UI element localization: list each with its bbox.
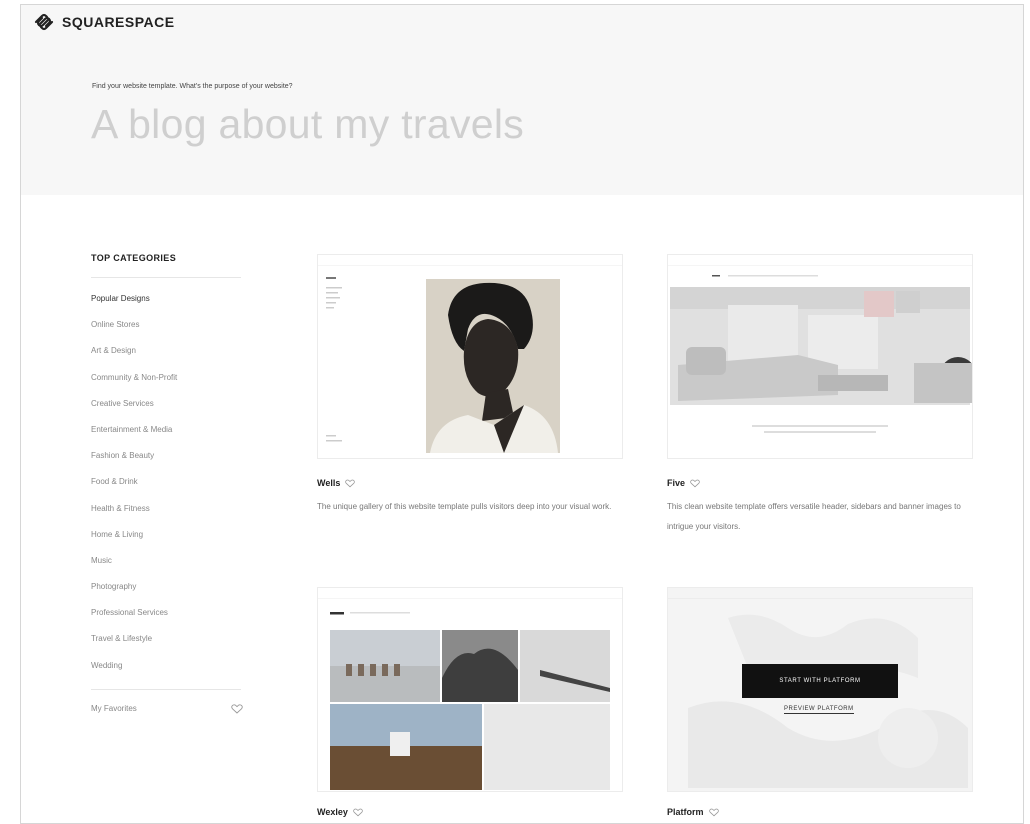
heart-icon[interactable] <box>345 479 356 488</box>
sidebar-item-music[interactable]: Music <box>91 554 241 580</box>
sidebar-item-entertainment-media[interactable]: Entertainment & Media <box>91 423 241 449</box>
sidebar-item-travel-lifestyle[interactable]: Travel & Lifestyle <box>91 632 241 658</box>
sidebar-item-health-fitness[interactable]: Health & Fitness <box>91 502 241 528</box>
brand-logo[interactable]: SQUARESPACE <box>32 12 175 32</box>
wells-preview-image <box>318 255 622 458</box>
favorites-divider <box>91 688 241 690</box>
template-description-wells: The unique gallery of this website templ… <box>317 502 612 511</box>
sidebar-item-community-non-profit[interactable]: Community & Non-Profit <box>91 371 241 397</box>
sidebar-item-fashion-beauty[interactable]: Fashion & Beauty <box>91 449 241 475</box>
sidebar-item-art-design[interactable]: Art & Design <box>91 344 241 370</box>
template-name-label: Wexley <box>317 807 348 817</box>
sidebar-heading: TOP CATEGORIES <box>91 253 177 263</box>
template-name-label: Platform <box>667 807 704 817</box>
sidebar-item-popular-designs[interactable]: Popular Designs <box>91 292 241 318</box>
five-preview-image <box>668 255 972 458</box>
heart-icon[interactable] <box>690 479 700 488</box>
sidebar-item-creative-services[interactable]: Creative Services <box>91 397 241 423</box>
sidebar-item-home-living[interactable]: Home & Living <box>91 528 241 554</box>
my-favorites-link[interactable]: My Favorites <box>91 704 243 714</box>
sidebar-divider <box>91 277 241 278</box>
template-name-five[interactable]: Five <box>667 478 700 488</box>
sidebar-item-online-stores[interactable]: Online Stores <box>91 318 241 344</box>
wexley-preview-image <box>318 588 622 791</box>
my-favorites-label: My Favorites <box>91 704 137 714</box>
heart-icon <box>231 704 243 714</box>
template-name-label: Wells <box>317 478 341 488</box>
category-sidebar: TOP CATEGORIES Popular Designs Online St… <box>91 253 243 714</box>
template-name-label: Five <box>667 478 686 488</box>
template-name-wexley[interactable]: Wexley <box>317 807 363 817</box>
heart-icon[interactable] <box>708 808 719 817</box>
sidebar-item-food-drink[interactable]: Food & Drink <box>91 475 241 501</box>
template-preview-wells[interactable] <box>317 254 623 459</box>
sidebar-item-wedding[interactable]: Wedding <box>91 659 241 685</box>
template-description-five: This clean website template offers versa… <box>667 502 961 531</box>
template-preview-five[interactable] <box>667 254 973 459</box>
template-name-platform[interactable]: Platform <box>667 807 719 817</box>
category-list: Popular Designs Online Stores Art & Desi… <box>91 292 241 685</box>
sidebar-item-photography[interactable]: Photography <box>91 580 241 606</box>
purpose-input[interactable]: A blog about my travels <box>91 101 524 148</box>
template-name-wells[interactable]: Wells <box>317 478 356 488</box>
hero-section: SQUARESPACE Find your website template. … <box>21 5 1023 195</box>
heart-icon[interactable] <box>353 808 363 817</box>
template-preview-platform[interactable]: START WITH PLATFORM PREVIEW PLATFORM <box>667 587 973 792</box>
start-with-platform-button[interactable]: START WITH PLATFORM <box>742 664 898 698</box>
template-search-prompt: Find your website template. What's the p… <box>92 83 293 90</box>
brand-name: SQUARESPACE <box>62 14 175 30</box>
sidebar-item-professional-services[interactable]: Professional Services <box>91 606 241 632</box>
preview-platform-link[interactable]: PREVIEW PLATFORM <box>784 706 854 714</box>
template-preview-wexley[interactable] <box>317 587 623 792</box>
page-frame: SQUARESPACE Find your website template. … <box>20 4 1024 824</box>
squarespace-logo-icon <box>34 13 54 31</box>
